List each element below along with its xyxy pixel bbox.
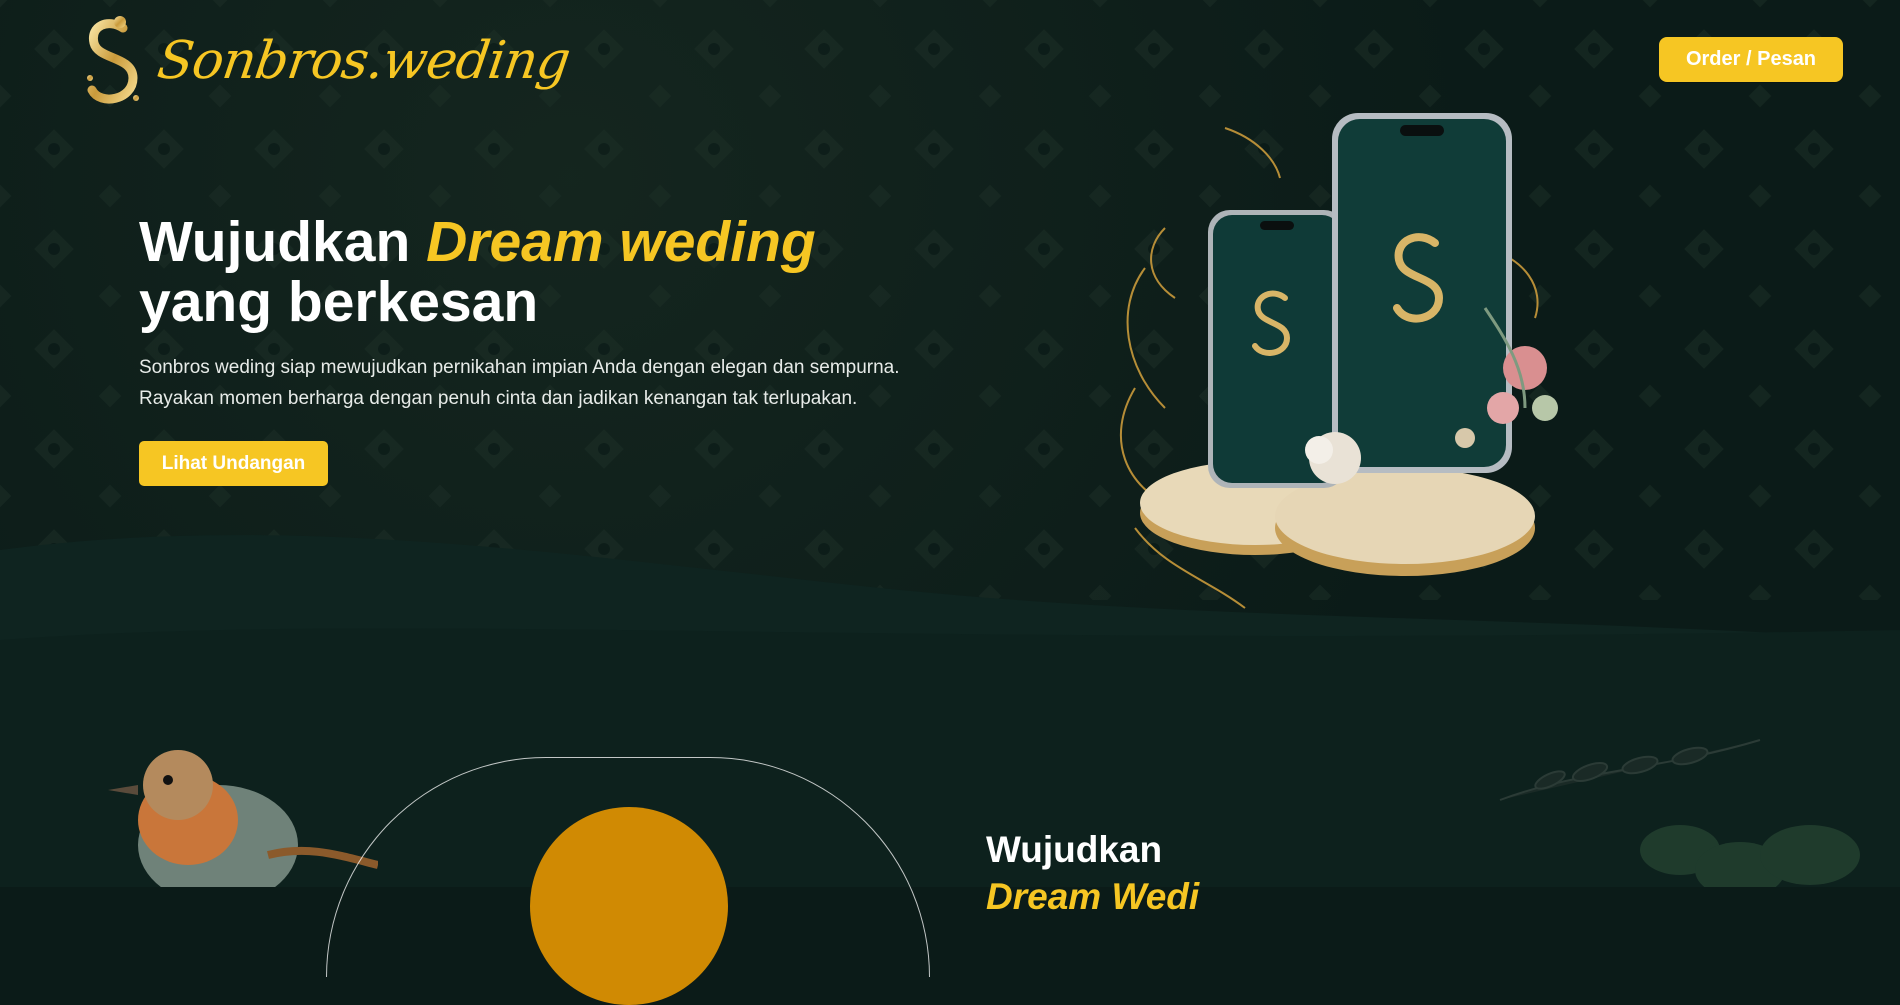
hero-description-line1: Sonbros weding siap mewujudkan pernikaha…	[139, 357, 900, 378]
bird-illustration	[108, 750, 378, 887]
gold-circle-decoration	[530, 807, 728, 1005]
monogram-s-icon	[87, 16, 139, 104]
section-title: Wujudkan Dream Wedi	[986, 826, 1199, 920]
view-invitation-button[interactable]: Lihat Undangan	[139, 441, 328, 486]
order-button[interactable]: Order / Pesan	[1659, 37, 1843, 82]
leaf-branch-illustration	[1499, 739, 1860, 887]
hero-title-line2: yang berkesan	[139, 270, 539, 334]
brand-logo[interactable]: Sonbros.weding	[78, 8, 573, 114]
brand-name: Sonbros.weding	[153, 31, 574, 91]
hero-description: Sonbros weding siap mewujudkan pernikaha…	[139, 352, 1039, 414]
phone-mockup-illustration	[1119, 113, 1558, 609]
section-title-accent: Dream Wedi	[986, 876, 1200, 917]
section-title-line1: Wujudkan	[986, 829, 1163, 870]
hero-title: Wujudkan Dream weding yang berkesan	[139, 212, 816, 332]
hero-title-accent: Dream weding	[426, 210, 816, 274]
hero-title-line1: Wujudkan	[139, 210, 427, 274]
hero-description-line2: Rayakan momen berharga dengan penuh cint…	[139, 388, 858, 409]
